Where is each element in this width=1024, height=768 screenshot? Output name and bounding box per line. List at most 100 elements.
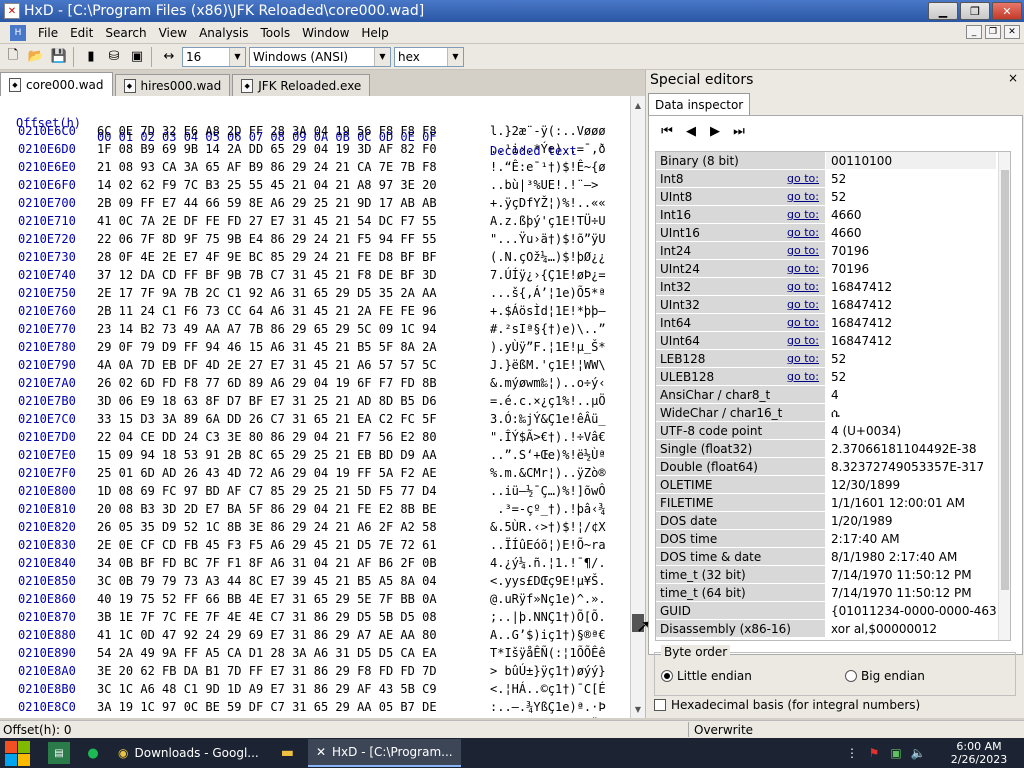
- goto-link[interactable]: go to:: [787, 188, 819, 206]
- goto-link[interactable]: go to:: [787, 368, 819, 386]
- inspector-value[interactable]: 70196: [826, 242, 996, 259]
- row-bytes[interactable]: 15 09 94 18 53 91 2B 8C 65 29 25 21 EB B…: [97, 448, 437, 462]
- row-bytes[interactable]: 2E 17 7F 9A 7B 2C C1 92 A6 31 65 29 D5 3…: [97, 286, 437, 300]
- inspector-row[interactable]: ULEB128 go to: 52: [656, 368, 1010, 386]
- row-bytes[interactable]: 54 2A 49 9A FF A5 CA D1 28 3A A6 31 D5 D…: [97, 646, 437, 660]
- goto-link[interactable]: go to:: [787, 332, 819, 350]
- row-decoded[interactable]: ..iü—½¯Ç…)%!]õwÔ: [490, 484, 606, 498]
- row-bytes[interactable]: 2B 09 FF E7 44 66 59 8E A6 29 25 21 9D 1…: [97, 196, 437, 210]
- inspector-row[interactable]: WideChar / char16_t ሴ: [656, 404, 1010, 422]
- open-process-icon[interactable]: ▣: [127, 47, 147, 67]
- row-bytes[interactable]: 34 0B BF FD BC 7F F1 8F A6 31 04 21 AF B…: [97, 556, 437, 570]
- taskbar-hxd[interactable]: ✕ HxD - [C:\Program...: [307, 739, 461, 767]
- start-button[interactable]: [0, 738, 36, 768]
- goto-link[interactable]: go to:: [787, 314, 819, 332]
- speaker-icon[interactable]: 🔈: [908, 746, 928, 760]
- row-decoded[interactable]: %.m.&CMr¦)..ÿZò®: [490, 466, 606, 480]
- inspector-value[interactable]: 8.32372749053357E-317: [826, 458, 996, 475]
- inspector-value[interactable]: 7/14/1970 11:50:12 PM: [826, 584, 996, 601]
- inspector-row[interactable]: Int8 go to: 52: [656, 170, 1010, 188]
- inspector-row[interactable]: LEB128 go to: 52: [656, 350, 1010, 368]
- data-inspector-grid[interactable]: Binary (8 bit) 00110100 Int8 go to: 52 UInt8 g…: [655, 151, 1011, 641]
- taskbar-chrome[interactable]: ◉ Downloads - Googl...: [110, 739, 267, 767]
- row-decoded[interactable]: > bûÚ±}ÿç1†)øýý}: [490, 664, 606, 678]
- row-bytes[interactable]: 3D 06 E9 18 63 8F D7 BF E7 31 25 21 AD 8…: [97, 394, 437, 408]
- menu-view[interactable]: View: [153, 26, 193, 40]
- row-bytes[interactable]: 37 12 DA CD FF BF 9B 7B C7 31 45 21 F8 D…: [97, 268, 437, 282]
- disk-icon[interactable]: ⛁: [104, 47, 124, 67]
- row-bytes[interactable]: 29 0F 79 D9 FF 94 46 15 A6 31 45 21 B5 5…: [97, 340, 437, 354]
- row-bytes[interactable]: 3A 19 1C 97 0C BE 59 DF C7 31 65 29 AA 0…: [97, 700, 437, 714]
- row-bytes[interactable]: 28 0F 4E 2E E7 4F 9E BC 85 29 24 21 FE D…: [97, 250, 437, 264]
- row-bytes[interactable]: 3C 0B 79 79 73 A3 44 8C E7 39 45 21 B5 A…: [97, 574, 437, 588]
- row-bytes[interactable]: 22 06 7F 8D 9F 75 9B E4 86 29 24 21 F5 9…: [97, 232, 437, 246]
- little-endian-radio[interactable]: Little endian: [661, 669, 752, 683]
- tab-core000[interactable]: ◆ core000.wad: [0, 72, 113, 96]
- open-file-icon[interactable]: 📂: [26, 47, 46, 67]
- mdi-close-button[interactable]: ✕: [1004, 25, 1020, 39]
- row-decoded[interactable]: ..¹i›.*Ýe)..=¯‚ð: [490, 142, 606, 156]
- row-bytes[interactable]: 26 05 35 D9 52 1C 8B 3E 86 29 24 21 A6 2…: [97, 520, 437, 534]
- document-menu-icon[interactable]: H: [10, 24, 26, 41]
- row-decoded[interactable]: 4.¿ý¼.ñ.¦1.!¯¶/.: [490, 556, 606, 570]
- inspector-row[interactable]: GUID {01011234-0000-0000-4634-: [656, 602, 1010, 620]
- inspector-value[interactable]: 52: [826, 368, 996, 385]
- menu-window[interactable]: Window: [296, 26, 355, 40]
- row-bytes[interactable]: 3C 1C A6 48 C1 9D 1D A9 E7 31 86 29 AF 4…: [97, 682, 437, 696]
- inspector-row[interactable]: Disassembly (x86-16) xor al,$00000012: [656, 620, 1010, 638]
- menu-search[interactable]: Search: [99, 26, 152, 40]
- row-bytes[interactable]: 33 15 D3 3A 89 6A DD 26 C7 31 65 21 EA C…: [97, 412, 437, 426]
- row-decoded[interactable]: ..”.S‘+Œe)%!ë½Ùª: [490, 448, 606, 462]
- first-icon[interactable]: ⏮: [659, 124, 675, 139]
- inspector-row[interactable]: OLETIME 12/30/1899: [656, 476, 1010, 494]
- big-endian-radio[interactable]: Big endian: [845, 669, 925, 683]
- tab-jfk-exe[interactable]: ◆ JFK Reloaded.exe: [232, 74, 371, 96]
- goto-link[interactable]: go to:: [787, 260, 819, 278]
- flag-icon[interactable]: ⚑: [864, 746, 884, 760]
- inspector-value[interactable]: 2:17:40 AM: [826, 530, 996, 547]
- inspector-value[interactable]: 00110100: [826, 152, 996, 169]
- tab-hires000[interactable]: ◆ hires000.wad: [114, 74, 231, 96]
- row-decoded[interactable]: <.yys£DŒç9E!µ¥Š.: [490, 574, 606, 588]
- row-bytes[interactable]: 1F 08 B9 69 9B 14 2A DD 65 29 04 19 3D A…: [97, 142, 437, 156]
- inspector-scroll-thumb[interactable]: [1001, 170, 1009, 590]
- menu-analysis[interactable]: Analysis: [193, 26, 254, 40]
- menu-file[interactable]: File: [32, 26, 64, 40]
- inspector-value[interactable]: 1/20/1989: [826, 512, 996, 529]
- save-icon[interactable]: 💾: [49, 47, 69, 67]
- inspector-row[interactable]: UInt32 go to: 16847412: [656, 296, 1010, 314]
- row-decoded[interactable]: !.“Ê:e¯¹†)$!Ê~{ø: [490, 160, 606, 174]
- inspector-value[interactable]: 4660: [826, 206, 996, 223]
- row-decoded[interactable]: &.mýøwm‰¦)..o÷ý‹: [490, 376, 606, 390]
- row-bytes[interactable]: 23 14 B2 73 49 AA A7 7B 86 29 65 29 5C 0…: [97, 322, 437, 336]
- inspector-row[interactable]: AnsiChar / char8_t 4: [656, 386, 1010, 404]
- minimize-button[interactable]: ▁: [928, 2, 958, 20]
- row-decoded[interactable]: #.²sIª§{†)e)\..”: [490, 322, 606, 336]
- inspector-row[interactable]: time_t (32 bit) 7/14/1970 11:50:12 PM: [656, 566, 1010, 584]
- goto-link[interactable]: go to:: [787, 350, 819, 368]
- taskbar-explorer[interactable]: ▬: [273, 739, 302, 767]
- tab-data-inspector[interactable]: Data inspector: [648, 93, 751, 115]
- network-icon[interactable]: ▣: [886, 746, 906, 760]
- row-bytes[interactable]: 3B 1E 7F 7C FE 7F 4E 4E C7 31 86 29 D5 5…: [97, 610, 437, 624]
- close-button[interactable]: ✕: [992, 2, 1022, 20]
- goto-link[interactable]: go to:: [787, 278, 819, 296]
- goto-link[interactable]: go to:: [787, 224, 819, 242]
- goto-link[interactable]: go to:: [787, 242, 819, 260]
- inspector-row[interactable]: DOS time 2:17:40 AM: [656, 530, 1010, 548]
- menu-edit[interactable]: Edit: [64, 26, 99, 40]
- row-bytes[interactable]: 2E 0E CF CD FB 45 F3 F5 A6 29 45 21 D5 7…: [97, 538, 437, 552]
- row-decoded[interactable]: A.z.ßþý'ç1E!TÜ÷U: [490, 214, 606, 228]
- row-bytes[interactable]: 25 01 6D AD 26 43 4D 72 A6 29 04 19 FF 5…: [97, 466, 437, 480]
- row-bytes[interactable]: 14 02 62 F9 7C B3 25 55 45 21 04 21 A8 9…: [97, 178, 437, 192]
- inspector-value[interactable]: {01011234-0000-0000-4634-: [826, 602, 996, 619]
- inspector-row[interactable]: UInt8 go to: 52: [656, 188, 1010, 206]
- inspector-row[interactable]: Int64 go to: 16847412: [656, 314, 1010, 332]
- row-bytes[interactable]: 4A 0A 7D EB DF 4D 2E 27 E7 31 45 21 A6 5…: [97, 358, 437, 372]
- last-icon[interactable]: ⏭: [731, 124, 747, 139]
- more-icon[interactable]: ⋮: [842, 746, 862, 760]
- inspector-value[interactable]: xor al,$00000012: [826, 620, 996, 637]
- hex-editor[interactable]: Offset(h) 00 01 02 03 04 05 06 07 08 09 …: [0, 96, 645, 718]
- row-decoded[interactable]: +.$ÁösÌd¦1E!*þþ–: [490, 304, 606, 318]
- new-file-icon[interactable]: 🗋: [3, 47, 23, 67]
